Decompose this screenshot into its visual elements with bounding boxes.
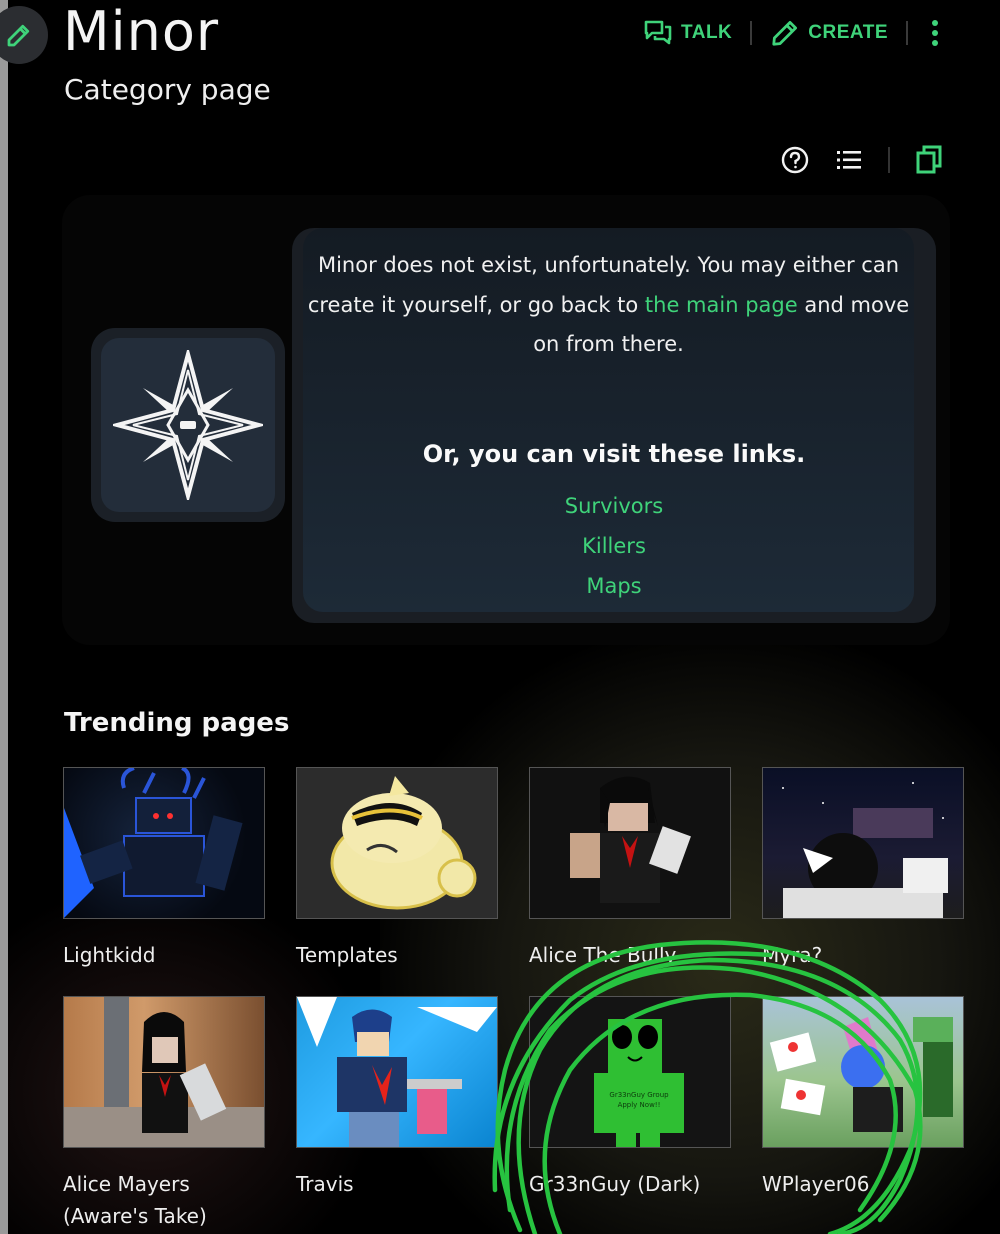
notice-line: create it yourself, or go back to the ma… (307, 292, 910, 317)
trending-title: Trending pages (64, 708, 290, 738)
thumbnail-image[interactable] (296, 767, 498, 919)
pencil-icon (772, 21, 798, 46)
four-point-star-emblem (113, 350, 263, 500)
main-page-link[interactable]: the main page (645, 293, 798, 317)
thumbnail-image[interactable] (762, 767, 964, 919)
divider (888, 147, 890, 173)
thumbnail-image[interactable] (63, 767, 265, 919)
thumbnail-image[interactable] (762, 996, 964, 1148)
card-title[interactable]: Lightkidd (63, 939, 265, 971)
notice-message: Minor does not exist, unfortunately. You… (303, 246, 914, 365)
trending-card[interactable]: Alice Mayers (Aware's Take) (63, 996, 265, 1232)
trending-card[interactable]: Myra? (762, 767, 964, 971)
svg-text:Apply Now!!: Apply Now!! (618, 1101, 661, 1109)
thumbnail-image[interactable] (529, 767, 731, 919)
page-title: Minor (63, 0, 220, 63)
trending-card[interactable]: Alice The Bully (529, 767, 731, 971)
svg-text:Gr33nGuy Group: Gr33nGuy Group (609, 1091, 669, 1099)
thumbnail-image[interactable]: Gr33nGuy Group Apply Now!! (529, 996, 731, 1148)
list-icon[interactable] (834, 145, 864, 175)
create-button[interactable]: CREATE (770, 18, 888, 48)
page-tools (780, 144, 944, 176)
copy-pages-icon[interactable] (914, 144, 944, 176)
scroll-rail[interactable] (0, 0, 8, 1234)
thumbnail-image[interactable] (63, 996, 265, 1148)
card-title[interactable]: Alice Mayers (Aware's Take) (63, 1168, 265, 1232)
wiki-logo (91, 328, 285, 522)
divider (906, 21, 908, 45)
talk-label: TALK (681, 22, 733, 43)
notice-box: Minor does not exist, unfortunately. You… (292, 228, 936, 623)
notice-line: Minor does not exist, unfortunately. You… (317, 253, 900, 277)
create-label: CREATE (808, 22, 888, 43)
trending-card[interactable]: Gr33nGuy Group Apply Now!! Gr33nGuy (Dar… (529, 996, 731, 1200)
links-list: Survivors Killers Maps (292, 486, 936, 606)
card-title[interactable]: Myra? (762, 939, 964, 971)
trending-card[interactable]: Templates (296, 767, 498, 971)
page-actions: TALK CREATE (643, 18, 944, 48)
trending-card[interactable]: WPlayer06 (762, 996, 964, 1200)
card-title[interactable]: WPlayer06 (762, 1168, 964, 1200)
link-survivors[interactable]: Survivors (292, 486, 936, 526)
trending-card[interactable]: Travis (296, 996, 498, 1200)
question-circle-icon[interactable] (780, 145, 810, 175)
card-title[interactable]: Travis (296, 1168, 498, 1200)
talk-button[interactable]: TALK (643, 19, 732, 47)
kebab-icon (932, 20, 938, 26)
link-killers[interactable]: Killers (292, 526, 936, 566)
links-heading: Or, you can visit these links. (422, 440, 806, 468)
link-maps[interactable]: Maps (292, 566, 936, 606)
notice-line: on from there. (533, 332, 684, 356)
more-options-button[interactable] (926, 20, 944, 46)
trending-card[interactable]: Lightkidd (63, 767, 265, 971)
pencil-icon (7, 24, 30, 47)
page-subtitle: Category page (64, 73, 271, 106)
edit-button[interactable] (0, 6, 48, 64)
card-title[interactable]: Gr33nGuy (Dark) (529, 1168, 731, 1200)
talk-bubbles-icon (644, 20, 672, 45)
card-title[interactable]: Templates (296, 939, 498, 971)
card-title[interactable]: Alice The Bully (529, 939, 731, 971)
thumbnail-image[interactable] (296, 996, 498, 1148)
divider (750, 21, 753, 45)
